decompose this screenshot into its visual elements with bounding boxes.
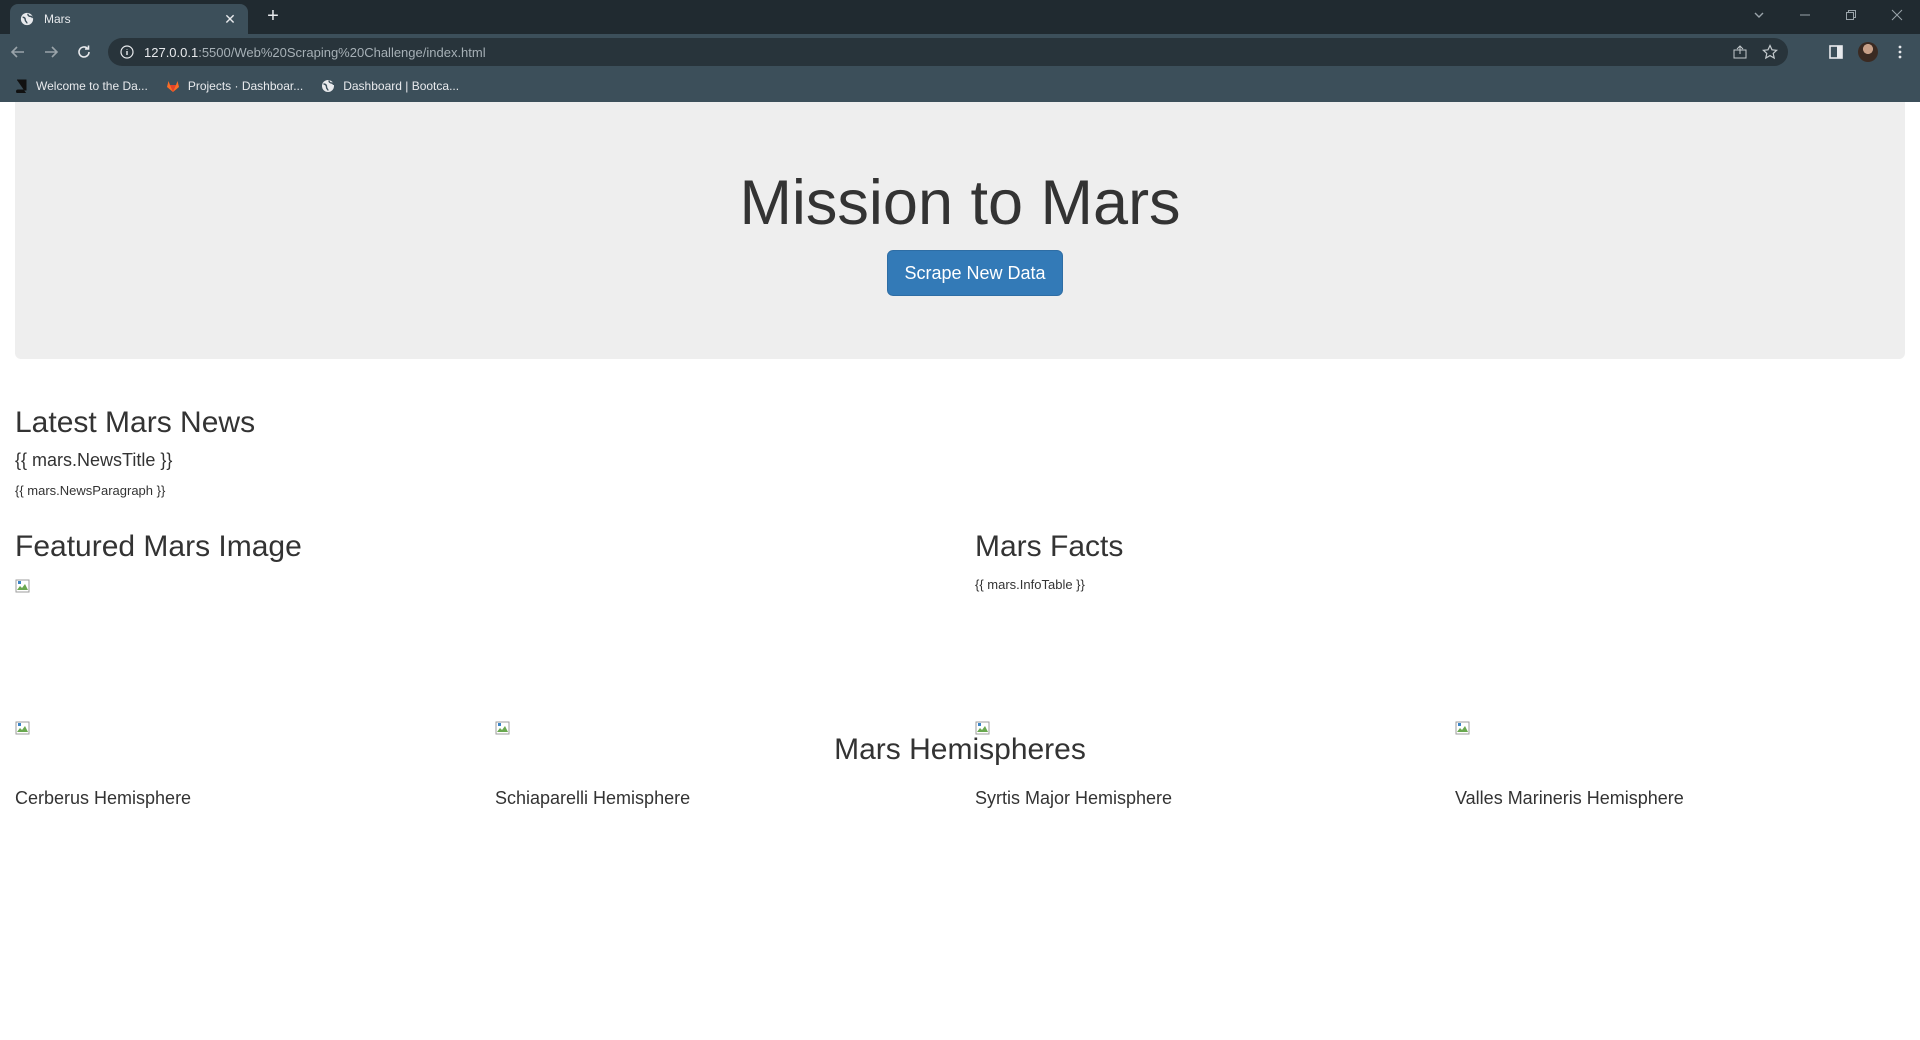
reload-icon xyxy=(78,45,90,58)
reload-button[interactable] xyxy=(69,38,99,66)
close-window-icon[interactable] xyxy=(1874,0,1920,30)
hemispheres-heading: Mars Hemispheres xyxy=(834,733,1086,766)
forward-arrow-icon xyxy=(45,46,59,58)
broken-image-icon xyxy=(15,578,31,594)
broken-image-icon xyxy=(495,720,511,736)
back-button[interactable] xyxy=(3,38,33,66)
jumbotron: Mission to Mars Scrape New Data xyxy=(15,102,1905,359)
featured-image-heading: Featured Mars Image xyxy=(15,530,302,563)
news-heading: Latest Mars News xyxy=(15,406,256,439)
hemisphere-title: Syrtis Major Hemisphere xyxy=(975,788,1173,808)
book-icon xyxy=(14,79,28,93)
bookmark-star-icon[interactable] xyxy=(1762,44,1778,60)
page-title: Mission to Mars xyxy=(739,168,1181,238)
mars-facts-heading: Mars Facts xyxy=(975,530,1124,563)
browser-tab[interactable]: Mars ✕ xyxy=(10,4,248,34)
info-icon[interactable] xyxy=(120,45,134,59)
side-panel-icon[interactable] xyxy=(1828,44,1844,60)
scrape-new-data-button[interactable]: Scrape New Data xyxy=(887,250,1063,296)
news-title: {{ mars.NewsTitle }} xyxy=(15,450,173,470)
mars-facts-table: {{ mars.InfoTable }} xyxy=(975,577,1085,592)
share-icon[interactable] xyxy=(1732,44,1748,60)
bookmark-label: Dashboard | Bootca... xyxy=(343,79,460,93)
url-path: :5500/Web%20Scraping%20Challenge/index.h… xyxy=(198,44,486,60)
bookmark-item[interactable]: Projects · Dashboar... xyxy=(166,79,303,93)
back-arrow-icon xyxy=(10,46,24,58)
bookmarks-bar: Welcome to the Da... Projects · Dashboar… xyxy=(0,70,1920,102)
tab-search-icon[interactable] xyxy=(1736,0,1782,30)
globe-icon xyxy=(20,12,34,26)
broken-image-icon xyxy=(15,720,31,736)
page-viewport: Mission to Mars Scrape New Data Latest M… xyxy=(0,102,1920,1040)
hemisphere-title: Schiaparelli Hemisphere xyxy=(495,788,691,808)
hemisphere-title: Cerberus Hemisphere xyxy=(15,788,192,808)
bookmark-item[interactable]: Welcome to the Da... xyxy=(14,79,148,93)
globe-icon xyxy=(321,79,335,93)
forward-button[interactable] xyxy=(36,38,66,66)
gitlab-icon xyxy=(166,79,180,93)
avatar[interactable] xyxy=(1858,42,1878,62)
minimize-icon[interactable] xyxy=(1782,0,1828,30)
bookmark-label: Projects · Dashboar... xyxy=(187,79,304,93)
menu-icon[interactable] xyxy=(1892,44,1908,60)
new-tab-button[interactable]: + xyxy=(262,6,284,28)
address-bar[interactable]: 127.0.0.1:5500/Web%20Scraping%20Challeng… xyxy=(108,38,1788,66)
tab-strip: Mars ✕ + xyxy=(0,0,1920,34)
tab-title: Mars xyxy=(44,12,71,26)
toolbar-actions xyxy=(1828,38,1920,66)
url-host: 127.0.0.1 xyxy=(144,44,199,60)
browser-toolbar: 127.0.0.1:5500/Web%20Scraping%20Challeng… xyxy=(0,34,1920,70)
restore-icon[interactable] xyxy=(1828,0,1874,30)
close-tab-icon[interactable]: ✕ xyxy=(222,11,238,28)
bookmark-item[interactable]: Dashboard | Bootca... xyxy=(321,79,459,93)
broken-image-icon xyxy=(1455,720,1471,736)
broken-image-icon xyxy=(975,720,991,736)
news-paragraph: {{ mars.NewsParagraph }} xyxy=(15,483,166,498)
window-controls xyxy=(1736,0,1920,30)
bookmark-label: Welcome to the Da... xyxy=(36,79,148,93)
hemisphere-title: Valles Marineris Hemisphere xyxy=(1455,788,1684,808)
